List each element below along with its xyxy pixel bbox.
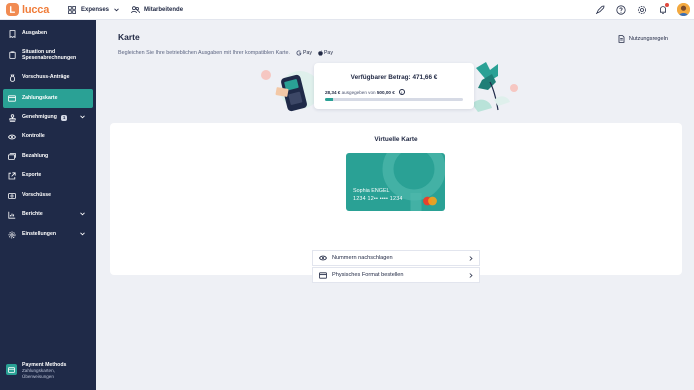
sidebar-item-exporte[interactable]: Exporte: [3, 170, 93, 181]
gear-icon[interactable]: [635, 3, 648, 16]
grid-icon: [68, 5, 76, 14]
google-pay-badge: Pay: [296, 50, 312, 56]
virtual-card-title: Virtuelle Karte: [374, 136, 418, 143]
order-physical-card-button[interactable]: Physisches Format bestellen: [312, 267, 480, 283]
sidebar-item-zahlungskarte[interactable]: Zahlungskarte: [3, 89, 93, 108]
sidebar-item-label: Genehmigung: [22, 114, 57, 121]
avatar[interactable]: [677, 3, 690, 16]
available-amount: Verfügbarer Betrag: 471,66 €: [350, 74, 438, 81]
sidebar-item-label: Einstellungen: [22, 231, 57, 238]
google-pay-text: Pay: [303, 50, 312, 56]
sidebar-item-vorschuss-antraege[interactable]: Vorschuss-Anträge: [3, 72, 93, 83]
sidebar-item-label: Ausgaben: [22, 30, 48, 37]
clipboard-icon: [8, 51, 16, 59]
sidebar-item-ausgaben[interactable]: Ausgaben: [3, 28, 93, 39]
spent-amount: 28,34 €: [325, 89, 341, 95]
payment-methods-footer[interactable]: Payment Methods Zahlungskarten, Überweis…: [6, 362, 74, 380]
card-holder-name: Sophia ENGEL: [353, 188, 390, 194]
limit-amount: 500,00 €: [376, 89, 395, 95]
sidebar-item-label: Exporte: [22, 172, 42, 179]
sidebar-item-einstellungen[interactable]: Einstellungen: [3, 229, 93, 240]
top-right-actions: [593, 3, 690, 16]
spent-of-label: ausgegeben von: [341, 89, 376, 95]
sidebar-item-label: Kontrolle: [22, 133, 45, 140]
google-g-icon: [296, 50, 302, 56]
chevron-right-icon: [469, 273, 473, 278]
spend-progress-bar: [325, 98, 463, 101]
sidebar: Ausgaben Situation und Spesenabrechnunge…: [0, 20, 96, 390]
app-switcher[interactable]: Expenses: [64, 0, 123, 20]
card-icon: [319, 271, 327, 279]
card-number: 1234 12•• •••• 1234: [353, 196, 403, 202]
sidebar-item-vorschuesse[interactable]: Vorschüsse: [3, 190, 93, 201]
people-icon: [131, 5, 140, 13]
app-name: Expenses: [81, 6, 110, 13]
people-label: Mitarbeitende: [144, 6, 184, 13]
card-stack-icon: [8, 153, 16, 161]
money-icon: [8, 192, 16, 200]
virtual-card[interactable]: Sophia ENGEL 1234 12•• •••• 1234: [346, 153, 445, 211]
logo-text: lucca: [22, 3, 50, 16]
sidebar-item-kontrolle[interactable]: Kontrolle: [3, 131, 93, 142]
chevron-down-icon: [80, 231, 85, 235]
apple-pay-badge: Pay: [318, 50, 333, 56]
wallet-icon: [6, 364, 17, 375]
approval-count-badge: 1: [60, 114, 68, 121]
export-icon: [8, 171, 16, 180]
help-icon[interactable]: [614, 3, 627, 16]
chart-icon: [8, 211, 16, 219]
sidebar-item-label: Berichte: [22, 211, 43, 218]
eye-icon: [319, 255, 327, 261]
sidebar-item-label: Zahlungskarte: [22, 95, 58, 102]
order-physical-card-label: Physisches Format bestellen: [332, 272, 404, 278]
coin-bag-icon: [8, 74, 16, 82]
sidebar-item-label: Situation und Spesenabrechnungen: [22, 48, 77, 62]
balance-card: Verfügbarer Betrag: 471,66 € 28,34 € aus…: [314, 63, 474, 109]
sidebar-item-berichte[interactable]: Berichte: [3, 209, 93, 220]
plant-illustration: [472, 62, 518, 112]
page-title: Karte: [118, 32, 140, 42]
chevron-right-icon: [469, 256, 473, 261]
notification-dot: [665, 3, 669, 7]
spend-progress-fill: [325, 98, 333, 101]
chevron-down-icon: [80, 211, 85, 215]
info-icon[interactable]: i: [398, 89, 405, 95]
footer-subtitle: Zahlungskarten, Überweisungen: [22, 368, 55, 379]
gear-icon: [8, 231, 16, 239]
sidebar-item-genehmigung[interactable]: Genehmigung 1: [3, 112, 93, 123]
top-bar: lucca Expenses Mitarbeitende: [0, 0, 694, 20]
eye-icon: [8, 133, 16, 141]
sidebar-item-label: Bezahlung: [22, 153, 49, 160]
virtual-card-panel: Virtuelle Karte Sophia ENGEL 1234 12•• •…: [110, 123, 682, 283]
apple-pay-text: Pay: [323, 50, 333, 56]
stamp-icon: [8, 113, 16, 122]
apple-icon: [318, 50, 323, 56]
receipt-icon: [8, 29, 16, 38]
page-subtitle-text: Begleichen Sie Ihre betrieblichen Ausgab…: [118, 50, 291, 56]
chevron-down-icon: [80, 114, 85, 118]
rocket-icon[interactable]: [593, 3, 606, 16]
chevron-down-icon: [114, 7, 119, 11]
lucca-logo-icon: [6, 3, 19, 16]
main-content: Karte Begleichen Sie Ihre betrieblichen …: [96, 20, 694, 390]
document-icon: [618, 35, 625, 43]
lucca-logo[interactable]: lucca: [6, 3, 58, 16]
sidebar-item-label: Vorschuss-Anträge: [22, 74, 70, 81]
terms-label: Nutzungsregeln: [628, 36, 668, 42]
lookup-numbers-label: Nummern nachschlagen: [332, 255, 393, 261]
sidebar-item-label: Vorschüsse: [22, 192, 52, 199]
mastercard-icon: [423, 196, 437, 206]
lookup-numbers-button[interactable]: Nummern nachschlagen: [312, 250, 480, 266]
people-link[interactable]: Mitarbeitende: [131, 5, 184, 14]
sidebar-item-bezahlung[interactable]: Bezahlung: [3, 151, 93, 162]
bell-icon[interactable]: [656, 3, 669, 16]
spent-summary: 28,34 € ausgegeben von 500,00 € i: [325, 89, 405, 95]
sidebar-item-situation[interactable]: Situation und Spesenabrechnungen: [3, 46, 93, 64]
credit-card-icon: [8, 95, 16, 103]
terms-link[interactable]: Nutzungsregeln: [618, 35, 668, 43]
page-subtitle: Begleichen Sie Ihre betrieblichen Ausgab…: [118, 50, 333, 56]
